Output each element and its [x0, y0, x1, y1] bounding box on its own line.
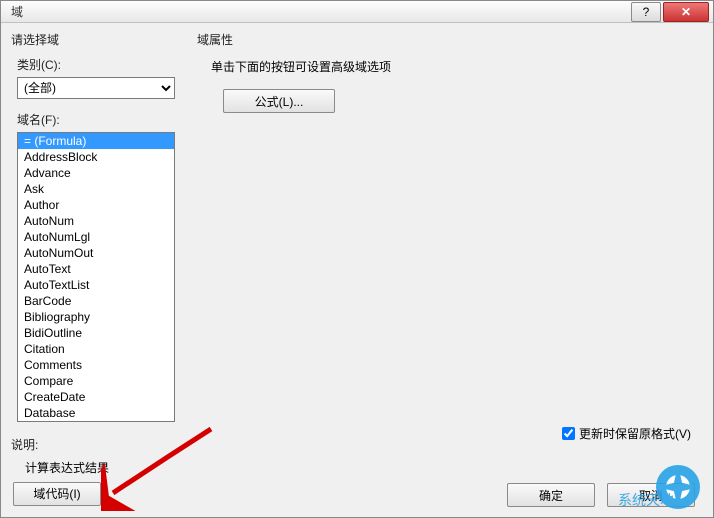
- formula-button[interactable]: 公式(L)...: [223, 89, 335, 113]
- list-item[interactable]: BarCode: [18, 293, 174, 309]
- select-field-header: 请选择域: [11, 31, 185, 48]
- fieldname-label: 域名(F):: [17, 111, 185, 128]
- list-item[interactable]: Bibliography: [18, 309, 174, 325]
- preserve-format-label[interactable]: 更新时保留原格式(V): [579, 425, 691, 442]
- list-item[interactable]: AutoNumOut: [18, 245, 174, 261]
- list-item[interactable]: = (Formula): [18, 133, 174, 149]
- dialog-footer: 域代码(I) 确定 取消: [1, 476, 713, 517]
- description-label: 说明:: [11, 436, 185, 453]
- field-codes-button[interactable]: 域代码(I): [13, 482, 101, 506]
- description-block: 说明: 计算表达式结果: [11, 436, 185, 476]
- list-item[interactable]: Citation: [18, 341, 174, 357]
- list-item[interactable]: Database: [18, 405, 174, 421]
- list-item[interactable]: BidiOutline: [18, 325, 174, 341]
- list-item[interactable]: AutoTextList: [18, 277, 174, 293]
- category-label: 类别(C):: [17, 56, 185, 73]
- titlebar: 域 ? ✕: [1, 1, 713, 23]
- preserve-format-checkbox[interactable]: [562, 427, 575, 440]
- list-item[interactable]: AutoNum: [18, 213, 174, 229]
- list-item[interactable]: Comments: [18, 357, 174, 373]
- left-panel: 请选择域 类别(C): (全部) 域名(F): = (Formula)Addre…: [11, 31, 185, 476]
- list-item[interactable]: Compare: [18, 373, 174, 389]
- help-button[interactable]: ?: [631, 2, 661, 22]
- window-title: 域: [11, 3, 631, 20]
- close-button[interactable]: ✕: [663, 2, 709, 22]
- list-item[interactable]: AddressBlock: [18, 149, 174, 165]
- list-item[interactable]: AutoNumLgl: [18, 229, 174, 245]
- list-item[interactable]: AutoText: [18, 261, 174, 277]
- ok-button[interactable]: 确定: [507, 483, 595, 507]
- preserve-format-row: 更新时保留原格式(V): [562, 425, 691, 442]
- dialog-body: 请选择域 类别(C): (全部) 域名(F): = (Formula)Addre…: [1, 23, 713, 476]
- description-text: 计算表达式结果: [25, 459, 185, 476]
- list-item[interactable]: Advance: [18, 165, 174, 181]
- field-properties-header: 域属性: [197, 31, 703, 48]
- list-item[interactable]: Ask: [18, 181, 174, 197]
- list-item[interactable]: Author: [18, 197, 174, 213]
- window-controls: ? ✕: [631, 2, 709, 22]
- fieldname-listbox[interactable]: = (Formula)AddressBlockAdvanceAskAuthorA…: [17, 132, 175, 422]
- instruction-text: 单击下面的按钮可设置高级域选项: [211, 58, 703, 75]
- right-panel: 域属性 单击下面的按钮可设置高级域选项 公式(L)... 更新时保留原格式(V): [197, 31, 703, 476]
- list-item[interactable]: CreateDate: [18, 389, 174, 405]
- category-select[interactable]: (全部): [17, 77, 175, 99]
- field-dialog: 域 ? ✕ 请选择域 类别(C): (全部) 域名(F): = (Formula…: [0, 0, 714, 518]
- cancel-button[interactable]: 取消: [607, 483, 695, 507]
